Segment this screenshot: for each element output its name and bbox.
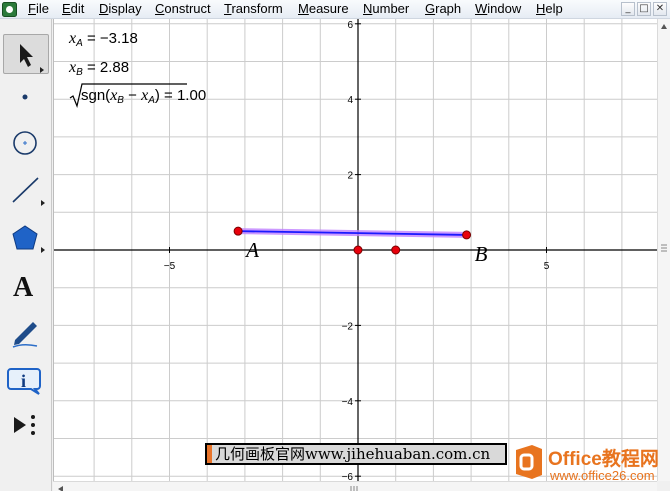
point-tool[interactable] — [3, 77, 49, 117]
menu-file[interactable]: File — [28, 1, 49, 18]
menu-transform[interactable]: Transform — [224, 1, 283, 18]
app-icon[interactable] — [2, 2, 17, 17]
x-tick-label: −5 — [164, 261, 176, 272]
custom-tools-icon — [14, 415, 35, 435]
measurement-sqrt-sgn[interactable]: sgn(xB − xA) = 1.00 — [69, 83, 206, 109]
point-label-a: A — [244, 238, 259, 262]
menu-help[interactable]: Help — [536, 1, 563, 18]
scroll-arrows-icon — [661, 24, 667, 252]
polygon-icon — [12, 225, 45, 253]
office26-watermark: Office教程网 www.office26.com — [506, 436, 670, 491]
y-tick-label: 6 — [347, 20, 353, 31]
text-tool[interactable]: A — [3, 265, 49, 305]
menu-bar: File Edit Display Construct Transform Me… — [0, 0, 670, 19]
office-logo-url: www.office26.com — [550, 468, 655, 483]
point-label-b: B — [475, 242, 488, 266]
svg-text:A: A — [13, 272, 34, 303]
compass-tool[interactable] — [3, 123, 49, 163]
y-tick-label: 2 — [347, 171, 353, 182]
svg-text:i: i — [21, 371, 26, 391]
restore-button[interactable]: □ — [637, 2, 651, 16]
menu-number[interactable]: Number — [363, 1, 409, 18]
office-logo-text: Office教程网 — [548, 449, 659, 470]
point-icon — [22, 94, 28, 100]
menu-display[interactable]: Display — [99, 1, 142, 18]
sketch-canvas[interactable]: −5 5 6 4 2 −2 −4 −6 A B xA = −3.18 xB = 2.88 sgn(… — [53, 19, 657, 481]
office-logo-icon — [516, 445, 542, 479]
y-tick-label: −4 — [342, 397, 354, 408]
point-a — [233, 226, 243, 236]
toolbox: A i — [0, 19, 52, 491]
y-tick-label: −6 — [342, 472, 354, 481]
menu-graph[interactable]: Graph — [425, 1, 461, 18]
polygon-tool[interactable] — [3, 217, 49, 257]
menu-edit[interactable]: Edit — [62, 1, 84, 18]
marker-pen-icon — [12, 322, 38, 348]
y-tick-label: −2 — [342, 321, 354, 332]
compass-icon — [13, 131, 37, 155]
menu-construct[interactable]: Construct — [155, 1, 211, 18]
straightedge-tool[interactable] — [3, 170, 49, 210]
custom-tool[interactable] — [3, 406, 49, 446]
minimize-button[interactable]: _ — [621, 2, 635, 16]
vertical-scrollbar[interactable] — [657, 19, 670, 481]
menu-measure[interactable]: Measure — [298, 1, 349, 18]
point-on-axis — [353, 245, 363, 255]
point-b — [462, 230, 472, 240]
radical-sign-icon — [69, 83, 187, 109]
x-tick-label: 5 — [544, 261, 550, 272]
y-tick-label: 4 — [347, 95, 353, 106]
point-on-axis — [391, 245, 401, 255]
selection-arrow-tool[interactable] — [3, 34, 49, 74]
menu-window[interactable]: Window — [475, 1, 521, 18]
jihehuaban-watermark: 几何画板官网www.jihehuaban.com.cn — [205, 443, 507, 465]
text-a-icon: A — [13, 272, 34, 303]
banner-accent — [207, 445, 212, 463]
measurement-xa[interactable]: xA = −3.18 — [69, 30, 138, 49]
watermark-text: 几何画板官网www.jihehuaban.com.cn — [215, 445, 491, 463]
line-segment-icon — [12, 177, 45, 206]
info-icon: i — [7, 368, 41, 395]
marker-tool[interactable] — [3, 312, 49, 352]
close-button[interactable]: ✕ — [653, 2, 667, 16]
measurement-xb[interactable]: xB = 2.88 — [69, 59, 129, 78]
arrow-icon — [20, 44, 44, 73]
information-tool[interactable]: i — [3, 359, 49, 399]
